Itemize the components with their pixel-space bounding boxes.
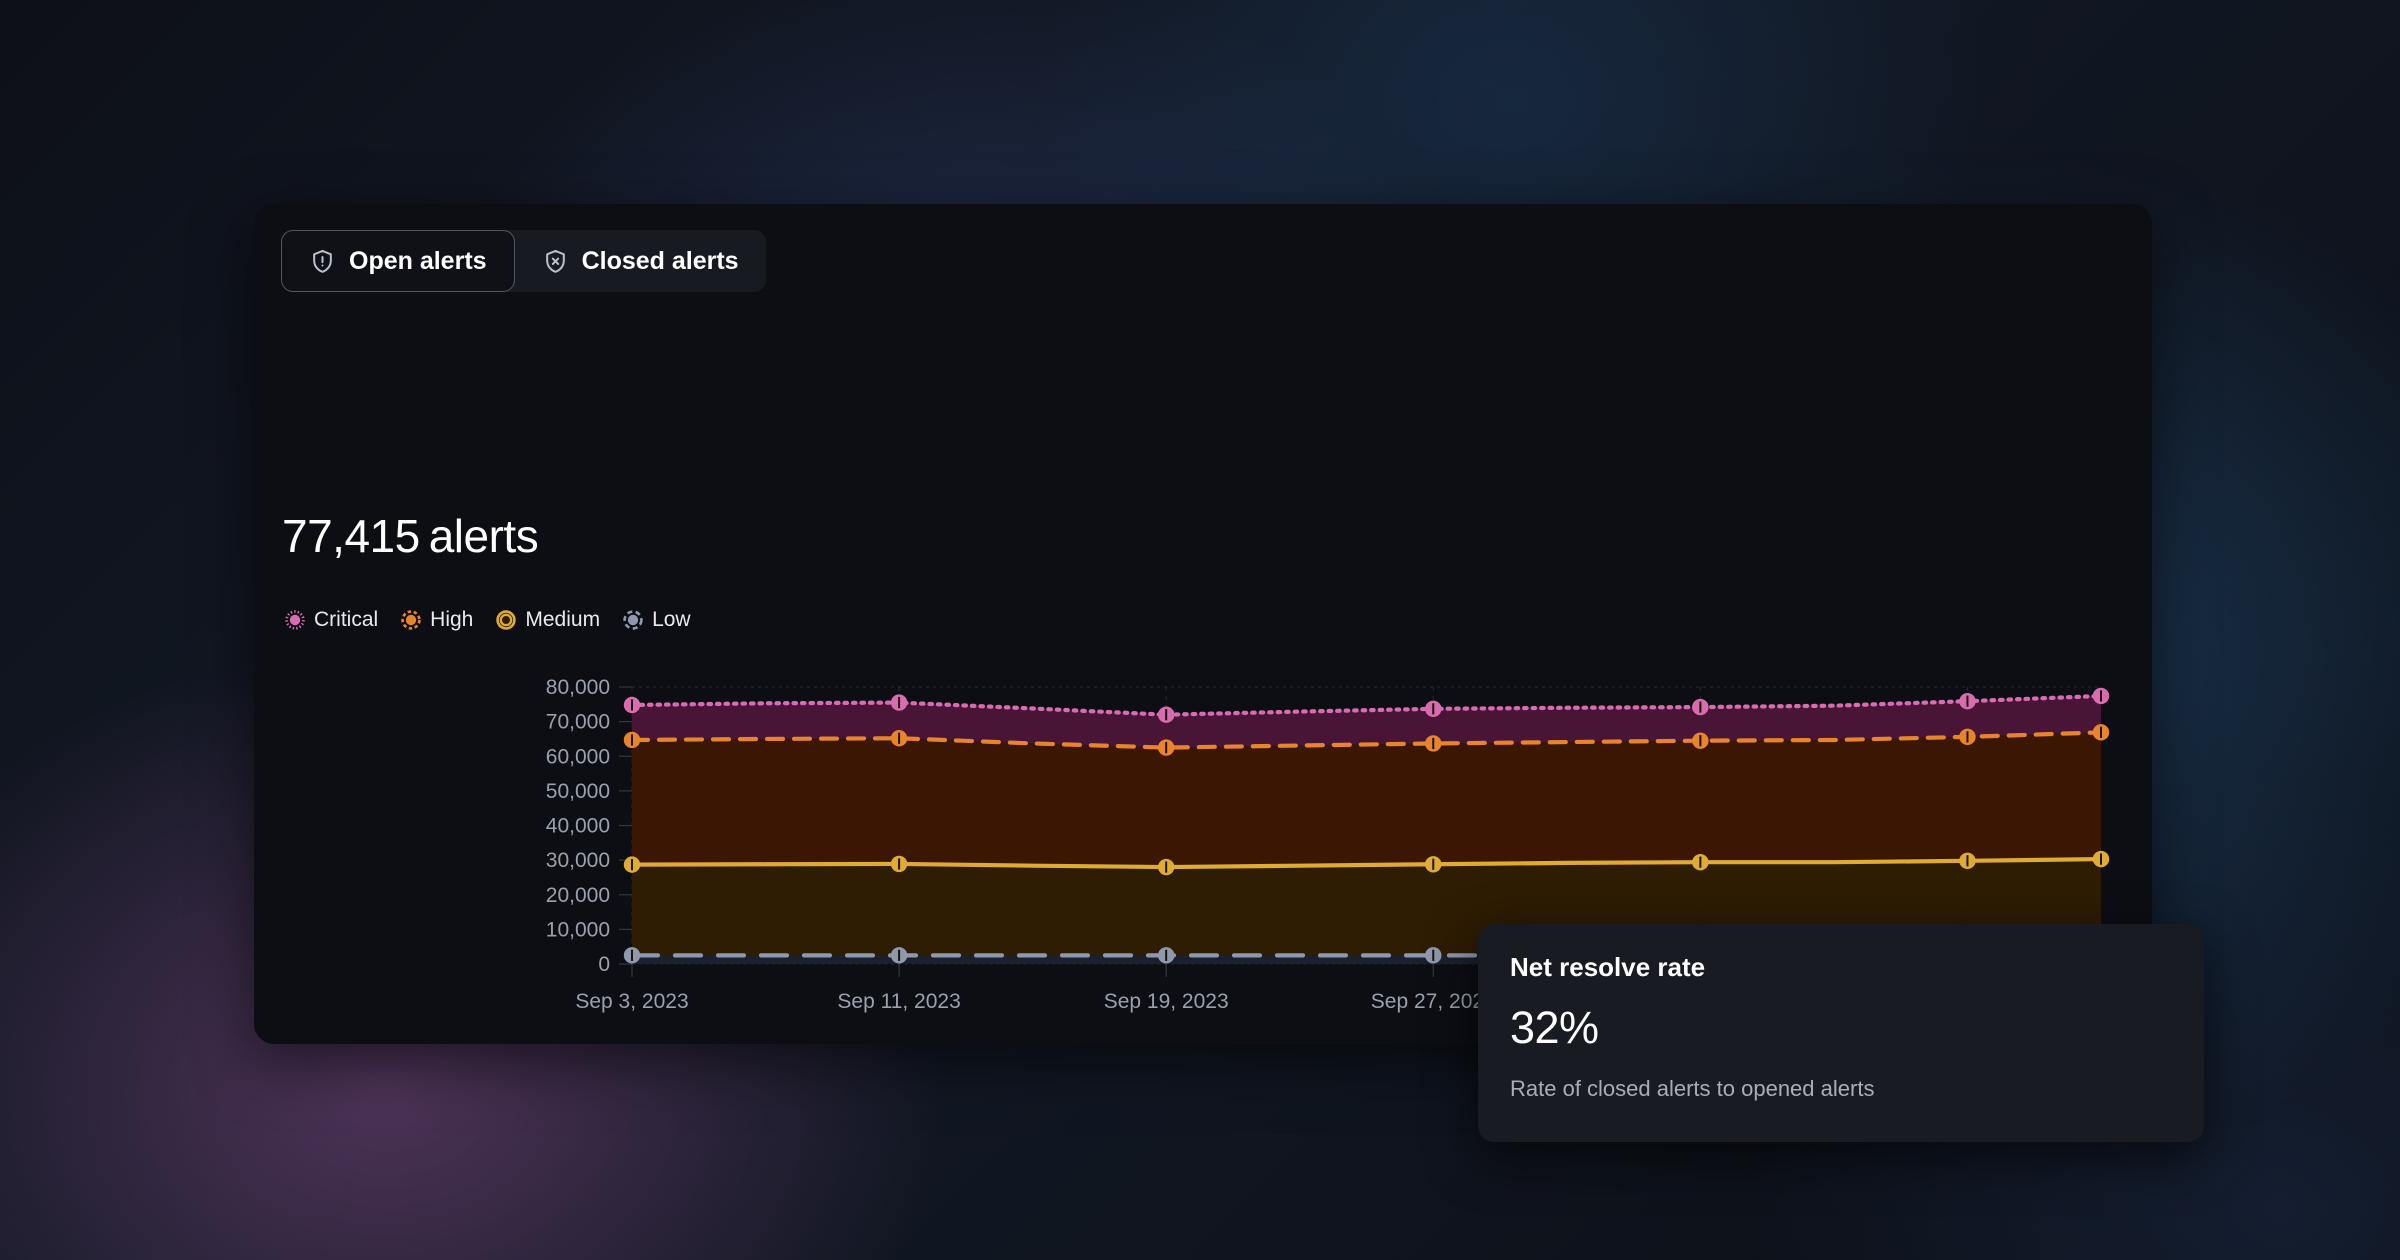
legend-item-critical[interactable]: Critical (284, 608, 378, 632)
x-tick-label: Sep 11, 2023 (837, 990, 960, 1013)
y-tick-label: 80,000 (546, 676, 610, 699)
legend-label-critical: Critical (314, 608, 379, 631)
net-resolve-rate-value: 32% (1510, 1002, 1599, 1053)
alerts-total-headline: 77,415 alerts (282, 509, 539, 563)
legend-swatch-low-icon (623, 610, 643, 630)
y-tick-label: 0 (598, 953, 610, 976)
alerts-tab-group: Open alerts Closed alerts (281, 230, 766, 292)
legend-label-high: High (430, 608, 474, 631)
alerts-total-unit: alerts (428, 510, 539, 562)
legend-swatch-medium-icon (496, 610, 517, 630)
tab-closed-alerts[interactable]: Closed alerts (515, 230, 766, 292)
tab-open-alerts-label: Open alerts (349, 246, 487, 275)
x-tick-label: Sep 19, 2023 (1104, 990, 1229, 1013)
legend-swatch-high-icon (401, 610, 421, 630)
y-tick-label: 20,000 (546, 884, 610, 907)
legend-label-medium: Medium (525, 608, 601, 631)
shield-x-icon (542, 248, 569, 275)
alerts-panel: Open alerts Closed alerts 77,415 alerts C… (254, 204, 2152, 1044)
legend-label-low: Low (652, 608, 691, 631)
net-resolve-rate-subtitle: Rate of closed alerts to opened alerts (1510, 1076, 1875, 1101)
legend-swatch-critical-icon (285, 610, 305, 630)
y-tick-label: 40,000 (546, 815, 610, 838)
y-tick-label: 60,000 (546, 745, 610, 768)
x-tick-label: Sep 3, 2023 (575, 990, 688, 1013)
legend-item-medium[interactable]: Medium (495, 608, 600, 632)
net-resolve-rate-title: Net resolve rate (1510, 952, 1706, 982)
y-tick-label: 10,000 (546, 918, 610, 941)
y-tick-label: 30,000 (546, 849, 610, 872)
x-tick-label: Sep 27, 2023 (1371, 990, 1496, 1013)
y-tick-label: 70,000 (546, 711, 610, 734)
net-resolve-rate-card: Net resolve rate 32% Rate of closed aler… (1478, 924, 2204, 1142)
y-tick-label: 50,000 (546, 780, 610, 803)
tab-closed-alerts-label: Closed alerts (581, 246, 739, 275)
area-band-high (632, 732, 2101, 868)
alerts-total-count: 77,415 (282, 510, 420, 562)
tab-open-alerts[interactable]: Open alerts (281, 230, 515, 292)
severity-legend: Critical High Medium Low (284, 608, 691, 632)
legend-item-low[interactable]: Low (622, 608, 691, 632)
legend-item-high[interactable]: High (400, 608, 473, 632)
shield-alert-icon (309, 248, 336, 275)
